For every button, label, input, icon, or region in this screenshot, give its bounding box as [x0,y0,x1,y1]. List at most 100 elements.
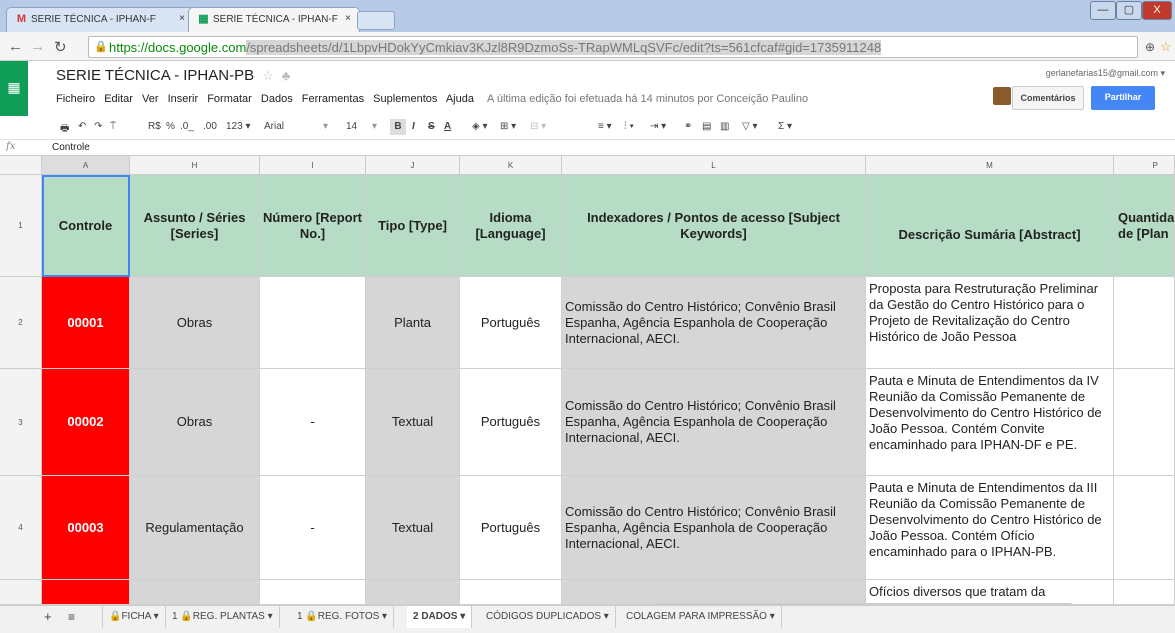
menu-ajuda[interactable]: Ajuda [446,93,474,105]
align-left-icon[interactable]: ≡ ▾ [598,121,612,132]
merge-cells-icon[interactable]: ⊟ ▾ [530,121,546,132]
column-header-i[interactable]: I [260,156,366,175]
close-icon[interactable]: × [179,13,185,24]
borders-icon[interactable]: ⊞ ▾ [500,121,516,132]
vertical-align-icon[interactable]: ⫶ ▾ [624,121,634,132]
forward-icon[interactable]: → [30,38,45,55]
column-header-j[interactable]: J [366,156,460,175]
bold-button[interactable]: B [390,119,406,135]
cell-indexadores[interactable]: Comissão do Centro Histórico; Convênio B… [562,277,866,369]
cell-assunto[interactable]: Regulamentação [130,476,260,580]
percent-button[interactable]: % [166,121,175,132]
browser-tab-2[interactable]: ▦ SERIE TÉCNICA - IPHAN-F × [188,7,360,32]
redo-icon[interactable]: ↷ [94,121,102,132]
text-color-button[interactable]: A [444,121,451,132]
row-header-4[interactable]: 4 [0,476,42,580]
fill-color-icon[interactable]: ◈ ▾ [472,121,488,132]
more-formats-button[interactable]: 123 ▾ [226,121,250,132]
star-icon[interactable]: ☆ [1160,39,1172,55]
formula-input[interactable]: Controle [52,142,90,153]
back-icon[interactable]: ← [8,38,23,55]
close-icon[interactable]: × [345,13,351,24]
cell-quantidade[interactable] [1114,369,1175,476]
minimize-button[interactable]: — [1090,1,1116,20]
menu-ferramentas[interactable]: Ferramentas [302,93,364,105]
reload-icon[interactable]: ↻ [54,38,67,56]
browser-tab-1[interactable]: M SERIE TÉCNICA - IPHAN-F × [6,7,194,32]
undo-icon[interactable]: ↶ [78,121,86,132]
menu-ver[interactable]: Ver [142,93,159,105]
cell-controle[interactable]: 00001 [42,277,130,369]
row-header-3[interactable]: 3 [0,369,42,476]
sheet-tab-reg-fotos[interactable]: 1 🔒REG. FOTOS ▾ [291,606,395,628]
functions-icon[interactable]: Σ ▾ [778,121,792,132]
cell-idioma[interactable]: Português [460,277,562,369]
sheet-tab-ficha[interactable]: 🔒FICHA ▾ [102,606,166,628]
column-header-k[interactable]: K [460,156,562,175]
sheet-tab-codigos-duplicados[interactable]: CÓDIGOS DUPLICADOS ▾ [480,606,616,628]
sheets-logo-icon[interactable]: ▦ [0,61,28,116]
star-icon[interactable]: ☆ [262,68,274,83]
insert-chart-icon[interactable]: ▥ [720,121,729,132]
header-cell-idioma[interactable]: Idioma [Language] [460,175,562,277]
cell-indexadores[interactable] [562,580,866,605]
menu-formatar[interactable]: Formatar [207,93,252,105]
sheet-tab-reg-plantas[interactable]: 1 🔒REG. PLANTAS ▾ [166,606,280,628]
cell-descricao[interactable]: Pauta e Minuta de Entendimentos da IV Re… [866,369,1114,476]
menu-editar[interactable]: Editar [104,93,133,105]
share-button[interactable]: Partilhar [1091,86,1155,110]
cell-idioma[interactable]: Português [460,369,562,476]
cell-assunto[interactable]: Obras [130,277,260,369]
header-cell-tipo[interactable]: Tipo [Type] [366,175,460,277]
filter-icon[interactable]: ▽ ▾ [742,121,758,132]
row-header-2[interactable]: 2 [0,277,42,369]
chevron-down-icon[interactable]: ▾ [323,121,328,132]
cell-quantidade[interactable] [1114,476,1175,580]
column-header-a[interactable]: A [42,156,130,175]
cell-indexadores[interactable]: Comissão do Centro Histórico; Convênio B… [562,369,866,476]
menu-inserir[interactable]: Inserir [168,93,199,105]
cell-numero[interactable]: - [260,369,366,476]
currency-button[interactable]: R$ [148,121,161,132]
decrease-decimal-button[interactable]: .0_ [180,121,194,132]
menu-ficheiro[interactable]: Ficheiro [56,93,95,105]
insert-link-icon[interactable]: ⚭ [684,121,692,132]
header-cell-controle[interactable]: Controle [42,175,130,277]
cell-numero[interactable] [260,277,366,369]
insert-comment-icon[interactable]: ▤ [702,121,711,132]
font-select[interactable]: Arial [264,121,284,132]
font-size-select[interactable]: 14 [346,121,357,132]
italic-button[interactable]: I [412,121,415,132]
zoom-icon[interactable]: ⊕ [1145,40,1155,54]
cell-numero[interactable]: - [260,476,366,580]
row-header-1[interactable]: 1 [0,175,42,277]
column-header-h[interactable]: H [130,156,260,175]
header-cell-descricao[interactable]: Descrição Sumária [Abstract] [866,175,1114,277]
cell-descricao[interactable]: Pauta e Minuta de Entendimentos da III R… [866,476,1114,580]
avatar[interactable] [993,87,1011,105]
header-cell-indexadores[interactable]: Indexadores / Pontos de acesso [Subject … [562,175,866,277]
cell-idioma[interactable] [460,580,562,605]
cell-controle[interactable] [42,580,130,605]
column-header-p[interactable]: P [1114,156,1175,175]
cell-quantidade[interactable] [1114,277,1175,369]
menu-suplementos[interactable]: Suplementos [373,93,437,105]
cell-tipo[interactable]: Textual [366,476,460,580]
account-email[interactable]: gerlanefarias15@gmail.com ▾ [1046,68,1165,79]
column-header-m[interactable]: M [866,156,1114,175]
maximize-button[interactable]: ▢ [1116,1,1142,20]
cell-tipo[interactable] [366,580,460,605]
new-tab-button[interactable] [357,11,395,30]
row-header-5[interactable] [0,580,42,605]
cell-descricao[interactable]: Ofícios diversos que tratam da [866,580,1114,605]
url-input[interactable]: 🔒 https://docs.google.com/spreadsheets/d… [88,36,1138,58]
header-cell-numero[interactable]: Número [Report No.] [260,175,366,277]
paint-format-icon[interactable]: ⍑ [110,121,116,132]
header-cell-quantidade[interactable]: Quantida de [Plan [1114,175,1175,277]
last-edit-info[interactable]: A última edição foi efetuada há 14 minut… [487,93,808,105]
all-sheets-icon[interactable]: ≡ [62,606,81,628]
chevron-down-icon[interactable]: ▾ [372,121,377,132]
cell-assunto[interactable] [130,580,260,605]
cell-tipo[interactable]: Textual [366,369,460,476]
cell-idioma[interactable]: Português [460,476,562,580]
